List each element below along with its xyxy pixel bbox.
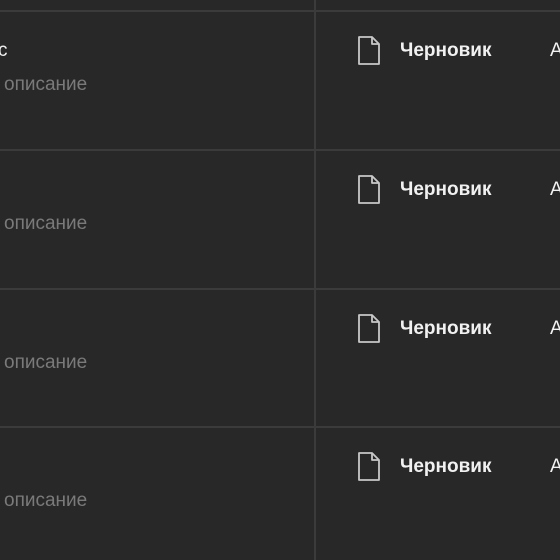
table-row[interactable]: c описание Черновик А xyxy=(0,10,560,148)
table-row[interactable]: описание Черновик А xyxy=(0,426,560,560)
status-label: Черновик xyxy=(400,318,492,339)
videos-table: c описание Черновик А описание Черновик … xyxy=(0,0,560,560)
status-label: Черновик xyxy=(400,40,492,61)
visibility-status[interactable]: Черновик xyxy=(357,452,491,482)
visibility-status[interactable]: Черновик xyxy=(357,175,491,205)
visibility-status[interactable]: Черновик xyxy=(357,36,491,66)
status-label: Черновик xyxy=(400,456,492,477)
draft-document-icon xyxy=(358,36,380,65)
status-label: Черновик xyxy=(400,179,492,200)
next-column-cell: А xyxy=(550,179,560,200)
next-column-cell: А xyxy=(550,456,560,477)
table-row[interactable]: описание Черновик А xyxy=(0,149,560,287)
video-description: описание xyxy=(4,213,88,234)
next-column-cell: А xyxy=(550,40,560,61)
next-column-cell: А xyxy=(550,318,560,339)
video-title[interactable]: c xyxy=(0,40,8,62)
column-divider xyxy=(314,0,316,560)
draft-document-icon xyxy=(358,175,380,204)
video-description: описание xyxy=(4,74,88,95)
table-header-strip xyxy=(0,0,560,10)
table-row[interactable]: описание Черновик А xyxy=(0,288,560,426)
video-description: описание xyxy=(4,352,88,373)
visibility-status[interactable]: Черновик xyxy=(357,314,491,344)
draft-document-icon xyxy=(358,314,380,343)
draft-document-icon xyxy=(358,452,380,481)
video-description: описание xyxy=(4,490,88,511)
